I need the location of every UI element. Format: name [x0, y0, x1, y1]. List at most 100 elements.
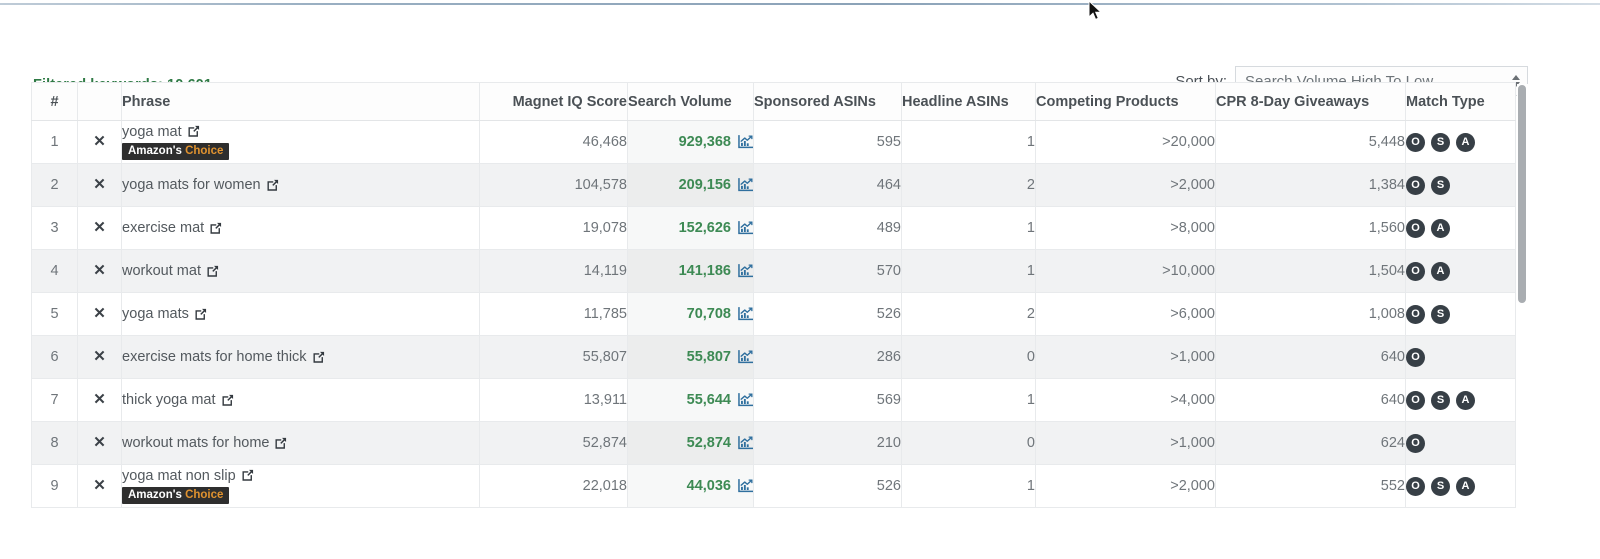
cell-competing-products: >2,000: [1035, 163, 1216, 207]
column-header-phrase[interactable]: Phrase: [121, 82, 480, 121]
match-type-badge-a[interactable]: A: [1431, 261, 1450, 281]
match-type-badge-a[interactable]: A: [1456, 132, 1475, 152]
remove-keyword-icon[interactable]: ✕: [93, 177, 106, 192]
external-link-icon[interactable]: [266, 179, 279, 192]
column-header-headline-asins[interactable]: Headline ASINs: [901, 82, 1036, 121]
cell-match-type: O: [1405, 335, 1516, 379]
column-header-index[interactable]: #: [31, 82, 78, 121]
match-type-badge-s[interactable]: S: [1431, 476, 1450, 496]
match-type-badge-s[interactable]: S: [1431, 304, 1450, 324]
cell-competing-products: >20,000: [1035, 120, 1216, 164]
cell-match-type: OSA: [1405, 464, 1516, 508]
cell-sponsored-asins: 595: [753, 120, 902, 164]
remove-keyword-icon[interactable]: ✕: [93, 134, 106, 149]
table-row[interactable]: 3 ✕ exercise mat 19,078 152,626 489 1 >8,000 1,5…: [31, 206, 1516, 250]
match-type-badge-o[interactable]: O: [1406, 218, 1425, 238]
trend-chart-icon[interactable]: [738, 264, 754, 278]
cell-remove[interactable]: ✕: [77, 335, 122, 379]
match-type-badge-a[interactable]: A: [1456, 390, 1475, 410]
match-type-group: O: [1406, 347, 1515, 367]
cell-remove[interactable]: ✕: [77, 249, 122, 293]
cell-match-type: OSA: [1405, 120, 1516, 164]
match-type-badge-o[interactable]: O: [1406, 390, 1425, 410]
match-type-badge-o[interactable]: O: [1406, 476, 1425, 496]
cell-remove[interactable]: ✕: [77, 163, 122, 207]
cell-remove[interactable]: ✕: [77, 120, 122, 164]
cell-sponsored-asins: 286: [753, 335, 902, 379]
external-link-icon[interactable]: [187, 125, 200, 138]
external-link-icon[interactable]: [241, 469, 254, 482]
table-row[interactable]: 6 ✕ exercise mats for home thick 55,807 55,8…: [31, 335, 1516, 379]
column-header-sponsored-asins[interactable]: Sponsored ASINs: [753, 82, 902, 121]
cell-magnet-iq-score: 13,911: [479, 378, 628, 422]
trend-chart-icon[interactable]: [738, 350, 754, 364]
match-type-badge-a[interactable]: A: [1456, 476, 1475, 496]
cell-cpr-giveaways: 5,448: [1215, 120, 1406, 164]
cell-index: 8: [31, 421, 78, 465]
column-header-search-volume[interactable]: Search Volume: [627, 82, 754, 121]
remove-keyword-icon[interactable]: ✕: [93, 263, 106, 278]
match-type-badge-s[interactable]: S: [1431, 132, 1450, 152]
trend-chart-icon[interactable]: [738, 221, 754, 235]
external-link-icon[interactable]: [312, 351, 325, 364]
match-type-badge-o[interactable]: O: [1406, 261, 1425, 281]
cell-phrase: yoga mats for women: [121, 163, 480, 207]
cell-remove[interactable]: ✕: [77, 421, 122, 465]
external-link-icon[interactable]: [221, 394, 234, 407]
table-row[interactable]: 2 ✕ yoga mats for women 104,578 209,156 464 2 >…: [31, 163, 1516, 207]
trend-chart-icon[interactable]: [738, 307, 754, 321]
remove-keyword-icon[interactable]: ✕: [93, 306, 106, 321]
vertical-scrollbar-thumb[interactable]: [1518, 85, 1526, 303]
external-link-icon[interactable]: [206, 265, 219, 278]
cell-phrase: workout mats for home: [121, 421, 480, 465]
cell-headline-asins: 0: [901, 421, 1036, 465]
column-header-competing-products[interactable]: Competing Products: [1035, 82, 1216, 121]
cell-competing-products: >10,000: [1035, 249, 1216, 293]
external-link-icon[interactable]: [209, 222, 222, 235]
trend-chart-icon[interactable]: [738, 436, 754, 450]
trend-chart-icon[interactable]: [738, 393, 754, 407]
phrase-text: yoga mat non slip: [122, 467, 236, 484]
phrase-line: exercise mat: [122, 220, 479, 236]
remove-keyword-icon[interactable]: ✕: [93, 435, 106, 450]
remove-keyword-icon[interactable]: ✕: [93, 392, 106, 407]
remove-keyword-icon[interactable]: ✕: [93, 220, 106, 235]
match-type-badge-s[interactable]: S: [1431, 390, 1450, 410]
external-link-icon[interactable]: [274, 437, 287, 450]
cell-remove[interactable]: ✕: [77, 378, 122, 422]
cell-remove[interactable]: ✕: [77, 292, 122, 336]
cell-cpr-giveaways: 1,504: [1215, 249, 1406, 293]
match-type-badge-o[interactable]: O: [1406, 175, 1425, 195]
amazons-choice-suffix: Choice: [185, 144, 224, 157]
remove-keyword-icon[interactable]: ✕: [93, 349, 106, 364]
trend-chart-icon[interactable]: [738, 135, 754, 149]
remove-keyword-icon[interactable]: ✕: [93, 478, 106, 493]
cell-headline-asins: 1: [901, 378, 1036, 422]
match-type-badge-o[interactable]: O: [1406, 433, 1425, 453]
match-type-badge-o[interactable]: O: [1406, 347, 1425, 367]
amazons-choice-badge: Amazon's Choice: [122, 142, 230, 161]
table-row[interactable]: 9 ✕ yoga mat non slip Amazon's Choice 22,018…: [31, 464, 1516, 508]
phrase-text: workout mats for home: [122, 435, 270, 451]
column-header-magnet-iq-score[interactable]: Magnet IQ Score: [479, 82, 628, 121]
external-link-icon[interactable]: [194, 308, 207, 321]
table-row[interactable]: 5 ✕ yoga mats 11,785 70,708 526 2 >6,000 1,008 O S: [31, 292, 1516, 336]
trend-chart-icon[interactable]: [738, 178, 754, 192]
match-type-badge-a[interactable]: A: [1431, 218, 1450, 238]
trend-chart-icon[interactable]: [738, 479, 754, 493]
table-row[interactable]: 1 ✕ yoga mat Amazon's Choice 46,468 929,368 59…: [31, 120, 1516, 164]
match-type-badge-o[interactable]: O: [1406, 304, 1425, 324]
column-header-cpr-giveaways[interactable]: CPR 8-Day Giveaways: [1215, 82, 1406, 121]
cell-index: 5: [31, 292, 78, 336]
table-row[interactable]: 7 ✕ thick yoga mat 13,911 55,644 569 1 >4,000 64…: [31, 378, 1516, 422]
table-row[interactable]: 4 ✕ workout mat 14,119 141,186 570 1 >10,000 1,5…: [31, 249, 1516, 293]
cell-magnet-iq-score: 22,018: [479, 464, 628, 508]
match-type-badge-s[interactable]: S: [1431, 175, 1450, 195]
column-header-match-type[interactable]: Match Type: [1405, 82, 1516, 121]
table-row[interactable]: 8 ✕ workout mats for home 52,874 52,874 210 0 >…: [31, 421, 1516, 465]
keyword-research-results-panel: Filtered keywords: 10,601 Sort by: Searc…: [0, 0, 1600, 559]
amazons-choice-prefix: Amazon's: [128, 488, 182, 501]
cell-remove[interactable]: ✕: [77, 464, 122, 508]
match-type-badge-o[interactable]: O: [1406, 132, 1425, 152]
cell-remove[interactable]: ✕: [77, 206, 122, 250]
